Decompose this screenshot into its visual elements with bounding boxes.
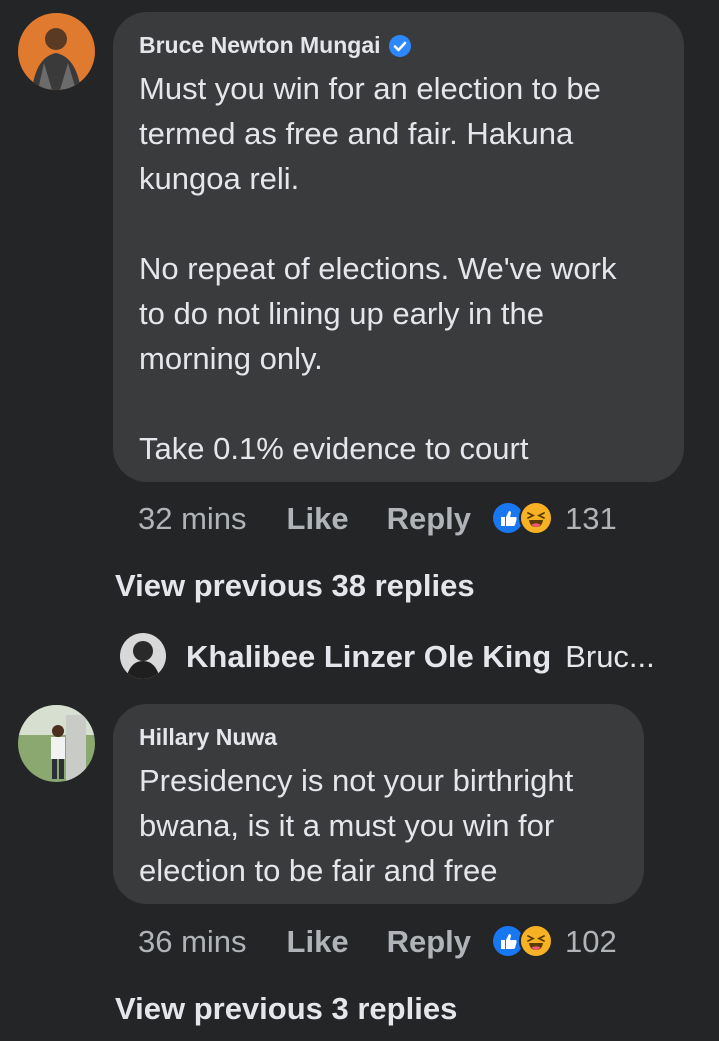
reactions-summary[interactable]: 131 [491,501,617,535]
reaction-count: 131 [565,500,617,536]
haha-icon [519,924,553,958]
reactions-summary[interactable]: 102 [491,924,617,958]
comment-thread: Bruce Newton Mungai Must you win for an … [0,0,719,1041]
comment-actions: 36 mins Like Reply 102 [138,924,617,958]
comment-timestamp[interactable]: 32 mins [138,503,247,534]
reply-button[interactable]: Reply [387,926,471,957]
author-name[interactable]: Bruce Newton Mungai [139,34,381,57]
haha-icon [519,501,553,535]
reaction-count: 102 [565,923,617,959]
author-name[interactable]: Hillary Nuwa [139,726,277,749]
like-button[interactable]: Like [287,926,349,957]
comment-author[interactable]: Bruce Newton Mungai [139,34,658,57]
reply-button[interactable]: Reply [387,503,471,534]
comment-bubble-bruce: Bruce Newton Mungai Must you win for an … [113,12,684,482]
comment-timestamp[interactable]: 36 mins [138,926,247,957]
reply-preview[interactable]: Khalibee Linzer Ole King Bruc... [120,633,655,679]
view-previous-replies-button[interactable]: View previous 3 replies [115,993,457,1024]
comment-text: Presidency is not your birthright bwana,… [139,763,574,888]
avatar-hillary[interactable] [18,705,95,782]
reply-preview-author[interactable]: Khalibee Linzer Ole King [186,641,551,672]
comment-bubble-hillary: Hillary Nuwa Presidency is not your birt… [113,704,644,904]
avatar-bruce[interactable] [18,13,95,90]
comment-actions: 32 mins Like Reply 131 [138,501,617,535]
verified-badge-icon [388,34,411,57]
view-previous-replies-button[interactable]: View previous 38 replies [115,570,475,601]
reply-preview-snippet: Bruc... [565,638,655,674]
avatar-khalibee[interactable] [120,633,166,679]
like-button[interactable]: Like [287,503,349,534]
comment-author[interactable]: Hillary Nuwa [139,726,618,749]
comment-text: Must you win for an election to be terme… [139,71,617,466]
